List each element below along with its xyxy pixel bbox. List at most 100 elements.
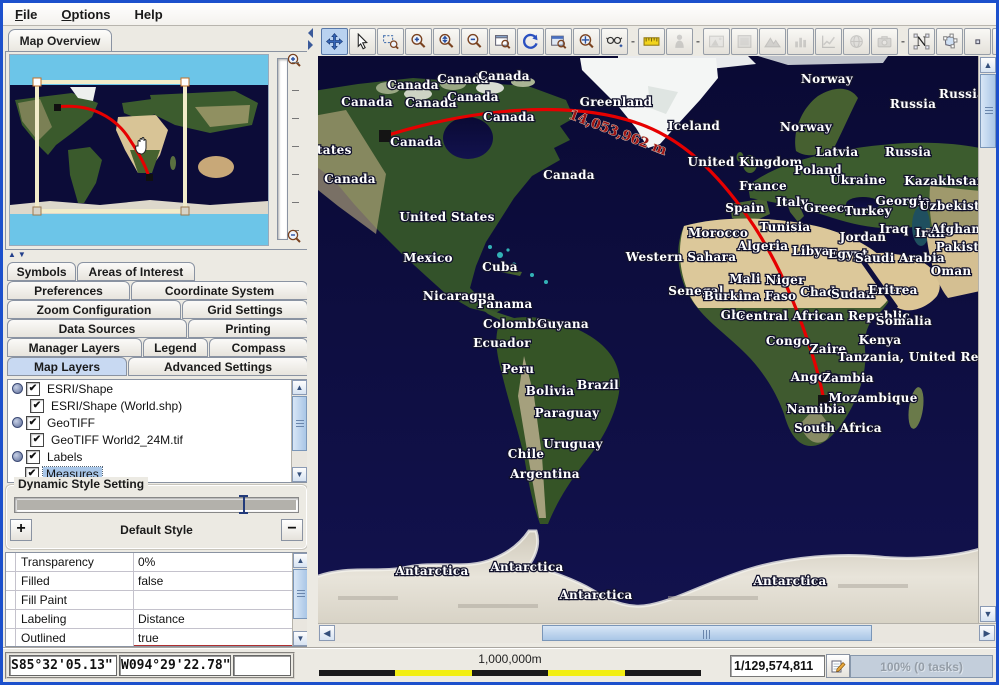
tree-item-geotiff[interactable]: ✔ GeoTIFF xyxy=(8,414,307,431)
point-annotation-button[interactable] xyxy=(964,28,991,55)
menu-file[interactable]: File xyxy=(3,5,49,24)
polyline-annotation-button[interactable] xyxy=(992,28,999,55)
menu-help[interactable]: Help xyxy=(123,5,175,24)
tree-item-labels[interactable]: ✔ Labels xyxy=(8,448,307,465)
zoom-slider-track[interactable] xyxy=(277,58,288,240)
table-row[interactable]: Labeling Distance xyxy=(6,610,308,629)
add-style-button[interactable]: + xyxy=(10,519,32,541)
country-label: Greenland xyxy=(580,95,653,109)
tree-toggle-icon[interactable] xyxy=(12,383,23,394)
overview-minimap[interactable] xyxy=(9,54,269,246)
map-view[interactable]: CanadaCanadaCanadaCanadaCanadaCanadaCana… xyxy=(318,56,978,623)
zoom-selection-button[interactable] xyxy=(545,28,572,55)
country-label: Pakistan xyxy=(936,240,978,254)
scrollbar-thumb[interactable] xyxy=(980,74,996,148)
table-row[interactable]: Outlined true xyxy=(6,629,308,647)
edit-icon xyxy=(830,658,846,674)
zoom-out-button[interactable] xyxy=(461,28,488,55)
tree-item-esri-shape[interactable]: ✔ ESRI/Shape xyxy=(8,380,307,397)
table-row[interactable]: Fill Paint xyxy=(6,591,308,610)
tree-item-world2-tif[interactable]: ✔ GeoTIFF World2_24M.tif xyxy=(30,431,307,448)
edit-scale-button[interactable] xyxy=(826,654,850,678)
tab-zoom-configuration[interactable]: Zoom Configuration xyxy=(7,300,181,319)
country-label: France xyxy=(739,179,787,193)
tab-coordinate-system[interactable]: Coordinate System xyxy=(131,281,308,300)
tab-advanced-settings[interactable]: Advanced Settings xyxy=(128,357,308,376)
tab-grid-settings[interactable]: Grid Settings xyxy=(182,300,308,319)
layer-checkbox[interactable]: ✔ xyxy=(26,416,40,430)
style-name: Default Style xyxy=(32,523,281,537)
country-label: Norway xyxy=(801,72,854,86)
layer-checkbox[interactable]: ✔ xyxy=(30,433,44,447)
tab-printing[interactable]: Printing xyxy=(188,319,308,338)
tab-compass[interactable]: Compass xyxy=(209,338,308,357)
scroll-down-icon[interactable]: ▼ xyxy=(980,606,996,622)
overview-scroll-arrows[interactable]: ▲▼ xyxy=(8,250,28,259)
scroll-up-icon[interactable]: ▲ xyxy=(293,553,308,568)
tab-preferences[interactable]: Preferences xyxy=(7,281,130,300)
split-pane-divider[interactable] xyxy=(307,26,318,648)
map-vertical-scrollbar[interactable]: ▲ ▼ xyxy=(978,56,997,623)
country-label: Canada xyxy=(390,135,442,149)
scroll-down-icon[interactable]: ▼ xyxy=(293,631,308,646)
map-horizontal-scrollbar[interactable]: ◀ ▶ xyxy=(318,623,996,643)
layer-tree: ✔ ESRI/Shape ✔ ESRI/Shape (World.shp) ✔ … xyxy=(7,379,308,483)
select-button[interactable] xyxy=(349,28,376,55)
zoom-box-button[interactable] xyxy=(377,28,404,55)
table-scrollbar[interactable]: ▲ ▼ xyxy=(292,553,308,646)
extra-coordinate-field[interactable] xyxy=(233,655,291,676)
country-label: United Kingdom xyxy=(688,155,803,169)
layer-checkbox[interactable]: ✔ xyxy=(30,399,44,413)
country-label: Iceland xyxy=(668,119,720,133)
tab-areas-of-interest[interactable]: Areas of Interest xyxy=(77,262,194,281)
table-row[interactable]: Transparency 0% xyxy=(6,553,308,572)
camera-button-disabled xyxy=(871,28,898,55)
tree-toggle-icon[interactable] xyxy=(12,417,23,428)
measure-distance-button[interactable] xyxy=(638,28,665,55)
zoom-in-button[interactable] xyxy=(405,28,432,55)
scroll-down-icon[interactable]: ▼ xyxy=(292,467,307,482)
tree-toggle-icon[interactable] xyxy=(12,451,23,462)
zoom-center-button[interactable] xyxy=(573,28,600,55)
style-slider[interactable] xyxy=(14,497,299,513)
scroll-up-icon[interactable]: ▲ xyxy=(292,380,307,395)
layer-checkbox[interactable]: ✔ xyxy=(26,450,40,464)
overview-zoom-slider[interactable] xyxy=(270,52,306,246)
zoom-extent-button[interactable] xyxy=(433,28,460,55)
scale-ratio-value[interactable]: 1/129,574,811 xyxy=(730,655,825,677)
collapse-right-icon[interactable] xyxy=(308,40,313,50)
latitude-field[interactable]: S85°32'05.13" xyxy=(9,655,117,676)
text-annotation-button[interactable]: N xyxy=(908,28,935,55)
tab-map-layers[interactable]: Map Layers xyxy=(7,357,127,376)
country-label: United States xyxy=(399,210,494,224)
zoom-window-button[interactable] xyxy=(489,28,516,55)
globe-button-disabled xyxy=(843,28,870,55)
remove-style-button[interactable]: − xyxy=(281,519,303,541)
sidebar-tabs: Symbols Areas of Interest Preferences Co… xyxy=(7,262,308,376)
scrollbar-thumb[interactable] xyxy=(542,625,872,641)
tab-legend[interactable]: Legend xyxy=(143,338,209,357)
tab-data-sources[interactable]: Data Sources xyxy=(7,319,187,338)
tab-symbols[interactable]: Symbols xyxy=(7,262,76,281)
spectacles-plus-button[interactable] xyxy=(601,28,628,55)
dynamic-style-group: Dynamic Style Setting + Default Style − xyxy=(5,484,308,550)
table-row[interactable]: Filled false xyxy=(6,572,308,591)
world-map[interactable]: CanadaCanadaCanadaCanadaCanadaCanadaCana… xyxy=(318,56,978,623)
scroll-right-icon[interactable]: ▶ xyxy=(979,625,995,641)
layer-checkbox[interactable]: ✔ xyxy=(26,382,40,396)
tab-map-overview[interactable]: Map Overview xyxy=(8,29,112,52)
bar-chart-button-disabled xyxy=(787,28,814,55)
collapse-left-icon[interactable] xyxy=(308,28,313,38)
zoom-out-icon[interactable] xyxy=(286,228,302,244)
longitude-field[interactable]: W094°29'22.78" xyxy=(119,655,231,676)
tree-scrollbar[interactable]: ▲ ▼ xyxy=(291,380,307,482)
tree-item-world-shp[interactable]: ✔ ESRI/Shape (World.shp) xyxy=(30,397,307,414)
tab-manager-layers[interactable]: Manager Layers xyxy=(7,338,142,357)
scroll-left-icon[interactable]: ◀ xyxy=(319,625,335,641)
zoom-in-icon[interactable] xyxy=(286,52,302,68)
pan-button[interactable] xyxy=(321,28,348,55)
refresh-button[interactable] xyxy=(517,28,544,55)
scroll-up-icon[interactable]: ▲ xyxy=(980,57,996,73)
menu-options[interactable]: Options xyxy=(49,5,122,24)
polygon-annotation-button[interactable] xyxy=(936,28,963,55)
